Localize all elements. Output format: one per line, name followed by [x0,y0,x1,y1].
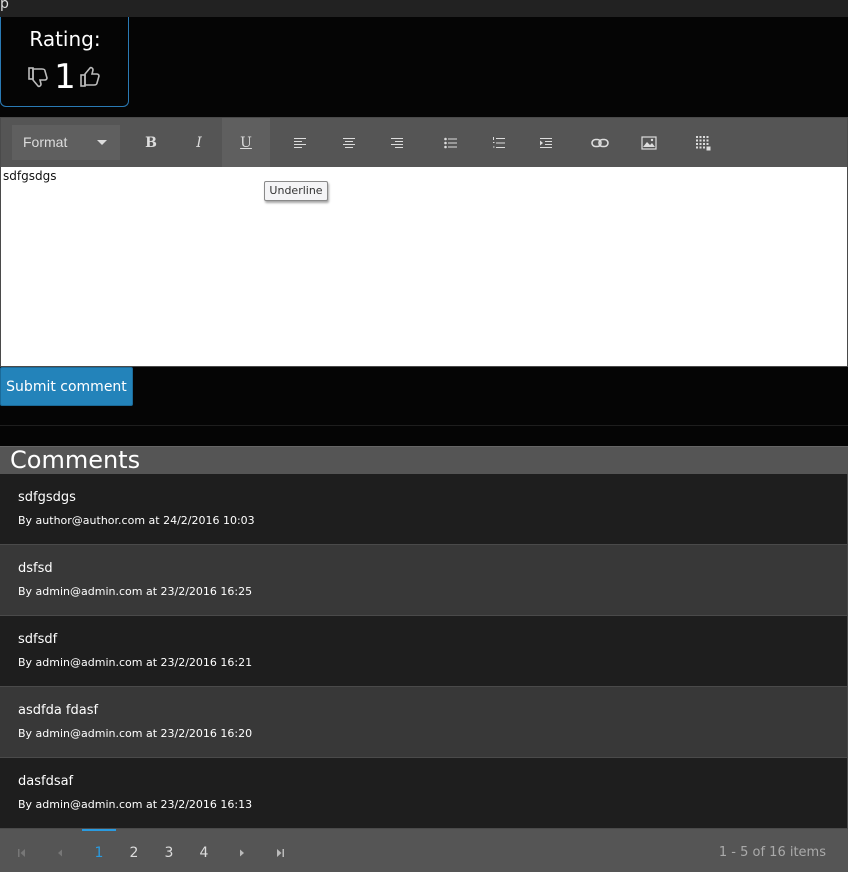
comment-meta: By author@author.com at 24/2/2016 10:03 [18,514,255,527]
last-page-button[interactable] [268,843,292,863]
comments-header: Comments [0,446,848,474]
link-icon [591,138,609,147]
indent-button[interactable] [522,124,570,161]
active-page-indicator [82,829,116,831]
list-item: dasfdsaf By admin@admin.com at 23/2/2016… [0,758,848,829]
bullet-list-icon [444,137,457,148]
page-button-4[interactable]: 4 [192,843,216,863]
top-bar: p [0,0,848,17]
image-icon [641,135,657,150]
align-left-button[interactable] [276,124,324,161]
comment-title: dasfdsaf [18,774,74,789]
page-button-2[interactable]: 2 [122,843,146,863]
comment-title: dsfsd [18,561,53,576]
bold-button[interactable]: B [127,124,175,161]
first-page-icon [18,849,25,857]
pager-info: 1 - 5 of 16 items [718,845,826,860]
align-right-button[interactable] [373,124,421,161]
numbered-list-icon [493,136,505,148]
chevron-down-icon [97,140,107,145]
underline-icon: U [240,134,252,151]
italic-icon: I [196,134,202,151]
top-bar-text: p [0,0,9,12]
numbered-list-button[interactable] [475,124,523,161]
submit-comment-button[interactable]: Submit comment [0,367,133,406]
previous-page-icon [58,849,62,857]
comments-title: Comments [10,446,141,474]
list-item: sdfgsdgs By author@author.com at 24/2/20… [0,474,848,545]
insert-table-button[interactable] [679,124,727,161]
comment-meta: By admin@admin.com at 23/2/2016 16:21 [18,656,253,669]
editor-content[interactable]: sdfgsdgs [3,169,56,183]
pager: 1 2 3 4 1 - 5 of 16 items [0,829,848,872]
first-page-button[interactable] [10,843,34,863]
last-page-icon [277,849,284,857]
list-item: sdfsdf By admin@admin.com at 23/2/2016 1… [0,616,848,687]
underline-button[interactable]: U [222,118,270,167]
insert-image-button[interactable] [625,124,673,161]
comment-meta: By admin@admin.com at 23/2/2016 16:13 [18,798,253,811]
editor-toolbar: Format B I U [1,118,847,167]
comment-title: sdfsdf [18,632,58,647]
rating-controls: 1 [1,59,129,95]
italic-button[interactable]: I [175,124,223,161]
next-page-icon [240,849,244,857]
align-left-icon [294,137,306,148]
align-center-button[interactable] [325,124,373,161]
list-item: dsfsd By admin@admin.com at 23/2/2016 16… [0,545,848,616]
indent-icon [540,137,552,148]
comment-meta: By admin@admin.com at 23/2/2016 16:25 [18,585,253,598]
list-item: asdfda fdasf By admin@admin.com at 23/2/… [0,687,848,758]
insert-link-button[interactable] [576,124,624,161]
comment-meta: By admin@admin.com at 23/2/2016 16:20 [18,727,253,740]
next-page-button[interactable] [230,843,254,863]
comment-title: asdfda fdasf [18,703,99,718]
format-dropdown[interactable]: Format [12,125,120,160]
align-right-icon [391,137,403,148]
rating-panel: Rating: 1 [0,17,129,107]
thumbs-up-icon[interactable] [78,64,104,90]
previous-page-button[interactable] [48,843,72,863]
underline-tooltip: Underline [264,181,328,201]
page-button-1[interactable]: 1 [87,843,111,863]
section-divider [0,425,848,426]
comments-list: sdfgsdgs By author@author.com at 24/2/20… [0,474,848,829]
thumbs-down-icon[interactable] [26,64,52,90]
rating-label: Rating: [29,27,101,51]
comment-title: sdfgsdgs [18,490,76,505]
rating-value: 1 [54,57,76,97]
bold-icon: B [145,134,157,151]
bullet-list-button[interactable] [427,124,475,161]
align-center-icon [343,137,355,148]
table-icon [696,135,711,150]
rich-text-editor: Format B I U sdfgsdgs Underline [0,117,848,367]
page-button-3[interactable]: 3 [157,843,181,863]
format-dropdown-label: Format [23,134,68,150]
